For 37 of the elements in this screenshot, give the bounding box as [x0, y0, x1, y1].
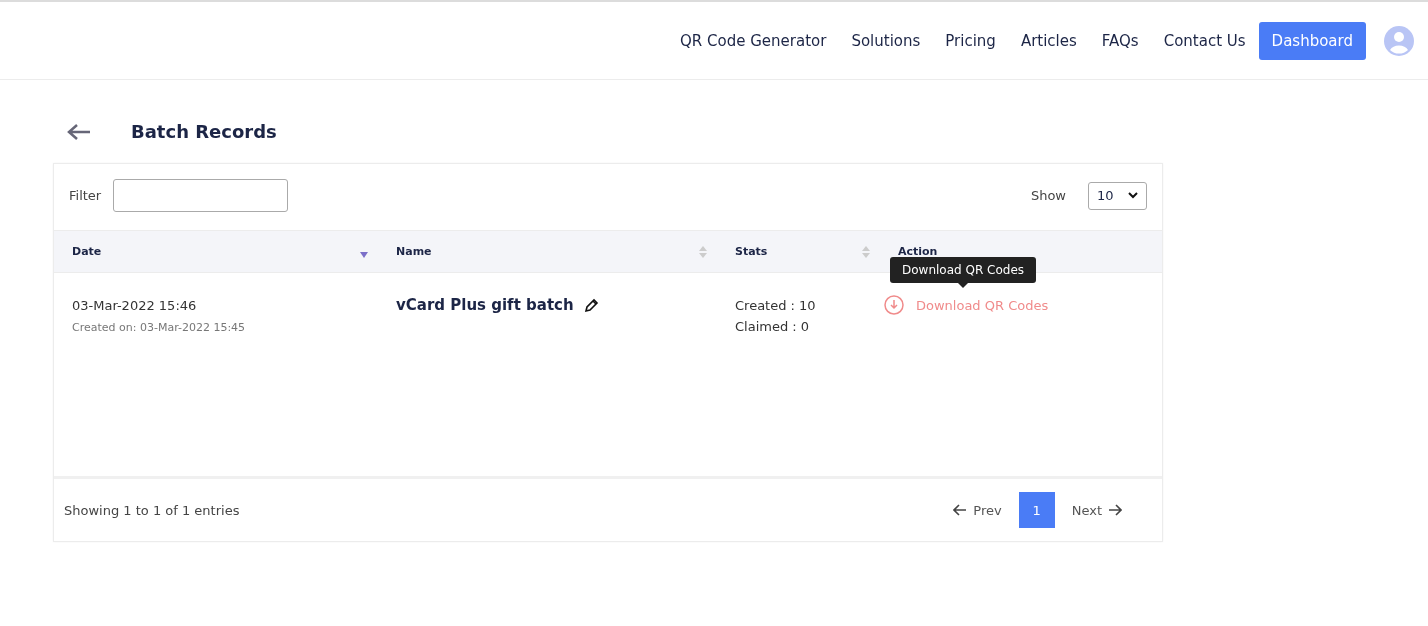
entries-summary: Showing 1 to 1 of 1 entries: [64, 502, 240, 518]
dashboard-button[interactable]: Dashboard: [1258, 21, 1366, 60]
page-title: Batch Records: [131, 121, 277, 142]
prev-link[interactable]: Prev: [953, 502, 1002, 518]
sort-icon[interactable]: [699, 245, 707, 258]
avatar-icon[interactable]: [1384, 25, 1414, 56]
batch-name: vCard Plus gift batch: [396, 296, 574, 314]
page-button[interactable]: 1: [1018, 492, 1055, 528]
column-header[interactable]: Name: [396, 245, 432, 258]
nav-link[interactable]: Solutions: [851, 31, 921, 50]
arrow-right-icon: [1108, 504, 1122, 516]
nav-link[interactable]: Articles: [1020, 31, 1077, 50]
column-header[interactable]: Date: [72, 245, 102, 258]
tooltip: Download QR Codes: [890, 257, 1037, 283]
back-arrow-icon[interactable]: [67, 122, 91, 141]
nav-link[interactable]: QR Code Generator: [680, 31, 827, 50]
filter-label: Filter: [69, 188, 102, 203]
nav-link[interactable]: Contact Us: [1163, 31, 1246, 50]
created-on-text: Created on: 03-Mar-2022 15:45: [72, 321, 247, 334]
sort-icon[interactable]: [862, 245, 870, 258]
date-text: 03-Mar-2022 15:46: [72, 297, 198, 315]
show-label: Show: [1030, 188, 1066, 203]
nav-link[interactable]: FAQs: [1101, 31, 1139, 50]
page-size-select[interactable]: 10: [1088, 181, 1147, 210]
sort-descending-icon[interactable]: [360, 251, 368, 258]
next-link[interactable]: Next: [1071, 502, 1122, 518]
tooltip-pointer-icon: [958, 283, 968, 288]
filter-field[interactable]: [113, 179, 289, 212]
download-icon: [884, 295, 904, 315]
column-header[interactable]: Stats: [735, 245, 768, 258]
stats-text: Claimed : 0: [735, 318, 811, 336]
pencil-icon[interactable]: [583, 297, 599, 313]
chevron-down-icon: [1128, 192, 1138, 199]
arrow-left-icon: [953, 504, 968, 516]
column-header[interactable]: Action: [898, 245, 938, 258]
stats-text: Created : 10: [735, 297, 817, 315]
nav-link[interactable]: Pricing: [945, 31, 996, 50]
